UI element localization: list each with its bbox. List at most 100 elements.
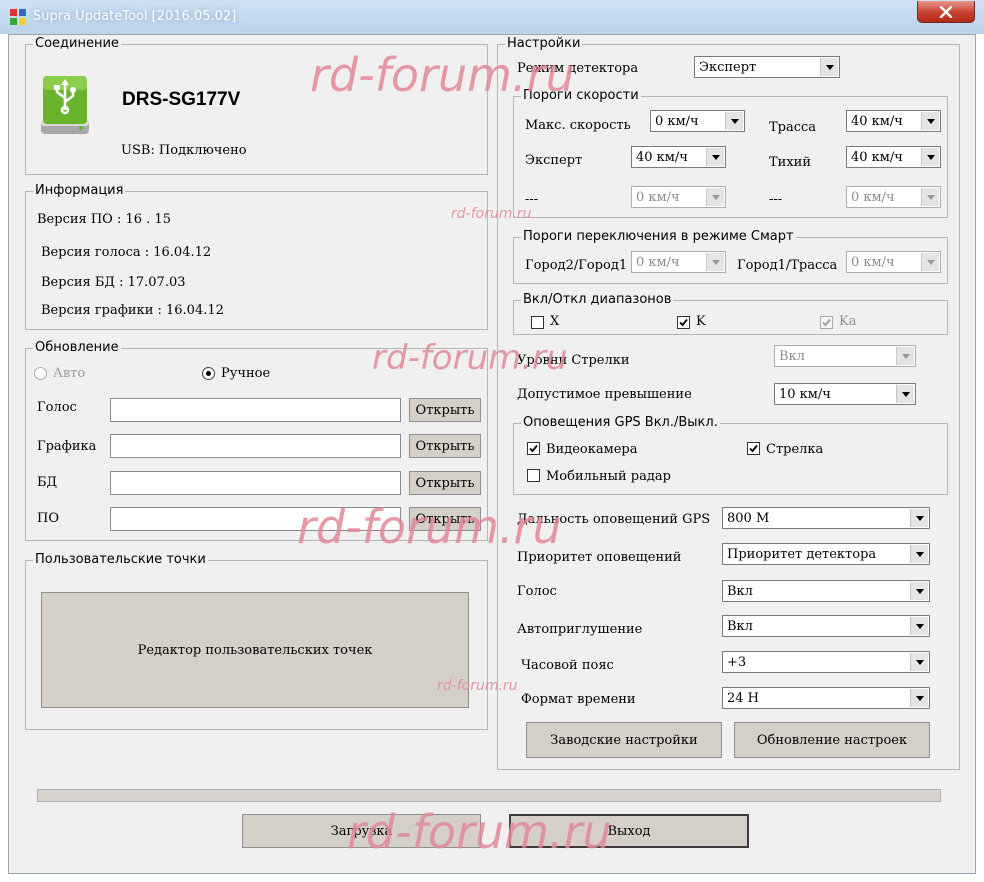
update-settings-button[interactable]: Обновление настроек [734,722,930,758]
fw-open-button[interactable]: Открыть [409,507,481,531]
strelka-label: Стрелка [766,442,824,457]
blank1-select[interactable]: 0 км/ч [631,186,726,208]
arrow-levels-label: Уровни Стрелки [517,353,630,368]
smart-thresholds-title: Пороги переключения в режиме Смарт [521,229,796,245]
db-file-input[interactable] [110,471,401,495]
band-k-checkbox[interactable] [677,316,690,329]
voice-file-input[interactable] [110,398,401,422]
band-x-label: X [550,314,560,329]
graphics-file-input[interactable] [110,434,401,458]
db-version: Версия БД : 17.07.03 [41,275,186,290]
city2-value: 0 км/ч [636,255,680,270]
allowed-excess-select[interactable]: 10 км/ч [774,383,916,405]
fw-file-input[interactable] [110,507,401,531]
factory-settings-button[interactable]: Заводские настройки [526,722,722,758]
checkmark-icon [529,444,538,453]
blank2-value: 0 км/ч [851,190,895,205]
max-speed-value: 0 км/ч [655,114,699,129]
update-group: Обновление Авто Ручное Голос Открыть Гра… [25,340,488,541]
blank1-value: 0 км/ч [636,190,680,205]
exit-button[interactable]: Выход [509,814,749,848]
highway-label: Трасса [769,120,817,135]
gps-distance-select[interactable]: 800 М [722,507,930,529]
voice-open-button[interactable]: Открыть [409,398,481,422]
chevron-down-icon [910,653,928,671]
band-x-checkbox[interactable] [531,316,544,329]
checkmark-icon [749,444,758,453]
city2-select[interactable]: 0 км/ч [631,251,726,273]
load-button[interactable]: Загрузка [242,814,481,848]
manual-radio-label: Ручное [221,366,271,381]
fw-file-label: ПО [37,511,59,526]
fw-version: Версия ПО : 16 . 15 [37,212,171,227]
auto-mute-label: Автоприглушение [517,622,643,637]
quiet-value: 40 км/ч [851,150,903,165]
city2-label: Город2/Город1 [525,258,628,273]
chevron-down-icon [910,617,928,635]
smart-thresholds-group: Пороги переключения в режиме Смарт Город… [513,229,948,284]
max-speed-select[interactable]: 0 км/ч [650,110,745,132]
close-icon [939,5,953,18]
quiet-select[interactable]: 40 км/ч [846,146,941,168]
camera-checkbox[interactable] [527,442,540,455]
band-ka-checkbox[interactable] [820,316,833,329]
blank2-select[interactable]: 0 км/ч [846,186,941,208]
allowed-excess-value: 10 км/ч [779,387,831,402]
update-group-title: Обновление [33,340,121,356]
chevron-down-icon [910,545,928,563]
quiet-label: Тихий [769,155,811,170]
highway-select[interactable]: 40 км/ч [846,110,941,132]
chevron-down-icon [910,509,928,527]
allowed-excess-label: Допустимое превышение [517,387,692,402]
user-points-group-title: Пользовательские точки [33,552,208,568]
mobile-radar-label: Мобильный радар [546,469,671,484]
auto-radio-label: Авто [53,366,86,381]
time-format-select[interactable]: 24 H [722,687,930,709]
bands-group: Вкл/Откл диапазонов X K Ka [513,292,948,335]
timezone-value: +3 [727,655,747,670]
voice-select[interactable]: Вкл [722,580,930,602]
auto-mute-select[interactable]: Вкл [722,615,930,637]
chevron-down-icon [820,58,838,76]
arrow-levels-select[interactable]: Вкл [774,345,916,367]
user-points-group: Пользовательские точки Редактор пользова… [25,552,488,730]
db-open-button[interactable]: Открыть [409,471,481,495]
close-button[interactable] [917,1,975,23]
connection-group-title: Соединение [33,36,121,52]
detector-mode-select[interactable]: Эксперт [694,56,840,78]
timezone-label: Часовой пояс [521,658,614,673]
timezone-select[interactable]: +3 [722,651,930,673]
db-file-label: БД [37,475,58,490]
settings-group-title: Настройки [505,36,583,52]
highway-value: 40 км/ч [851,114,903,129]
expert-label: Эксперт [525,153,583,168]
time-format-label: Формат времени [521,692,636,707]
city1-select[interactable]: 0 км/ч [846,251,941,273]
gps-alerts-group: Оповещения GPS Вкл./Выкл. Видеокамера Ст… [513,415,948,495]
chevron-down-icon [706,188,724,206]
chevron-down-icon [921,188,939,206]
voice-label: Голос [517,584,557,599]
band-ka-label: Ka [839,314,857,329]
speed-thresholds-group: Пороги скорости Макс. скорость 0 км/ч Тр… [513,88,948,218]
alert-priority-select[interactable]: Приоритет детектора [722,543,930,565]
auto-radio[interactable] [34,367,47,380]
mobile-radar-checkbox[interactable] [527,469,540,482]
window-title: Supra UpdateTool [2016.05.02] [33,9,237,24]
user-points-editor-button[interactable]: Редактор пользовательских точек [41,592,469,708]
usb-status: USB: Подключено [121,143,247,158]
chevron-down-icon [910,582,928,600]
detector-mode-label: Режим детектора [517,61,639,76]
max-speed-label: Макс. скорость [525,118,631,133]
connection-group: Соединение DRS-SG177V USB: Подключено [25,36,488,175]
chevron-down-icon [910,689,928,707]
usb-drive-icon [37,74,93,138]
strelka-checkbox[interactable] [747,442,760,455]
expert-select[interactable]: 40 км/ч [631,146,726,168]
auto-mute-value: Вкл [727,619,753,634]
chevron-down-icon [706,148,724,166]
manual-radio[interactable] [202,367,215,380]
radio-selected-dot [206,371,211,376]
graphics-open-button[interactable]: Открыть [409,434,481,458]
chevron-down-icon [706,253,724,271]
